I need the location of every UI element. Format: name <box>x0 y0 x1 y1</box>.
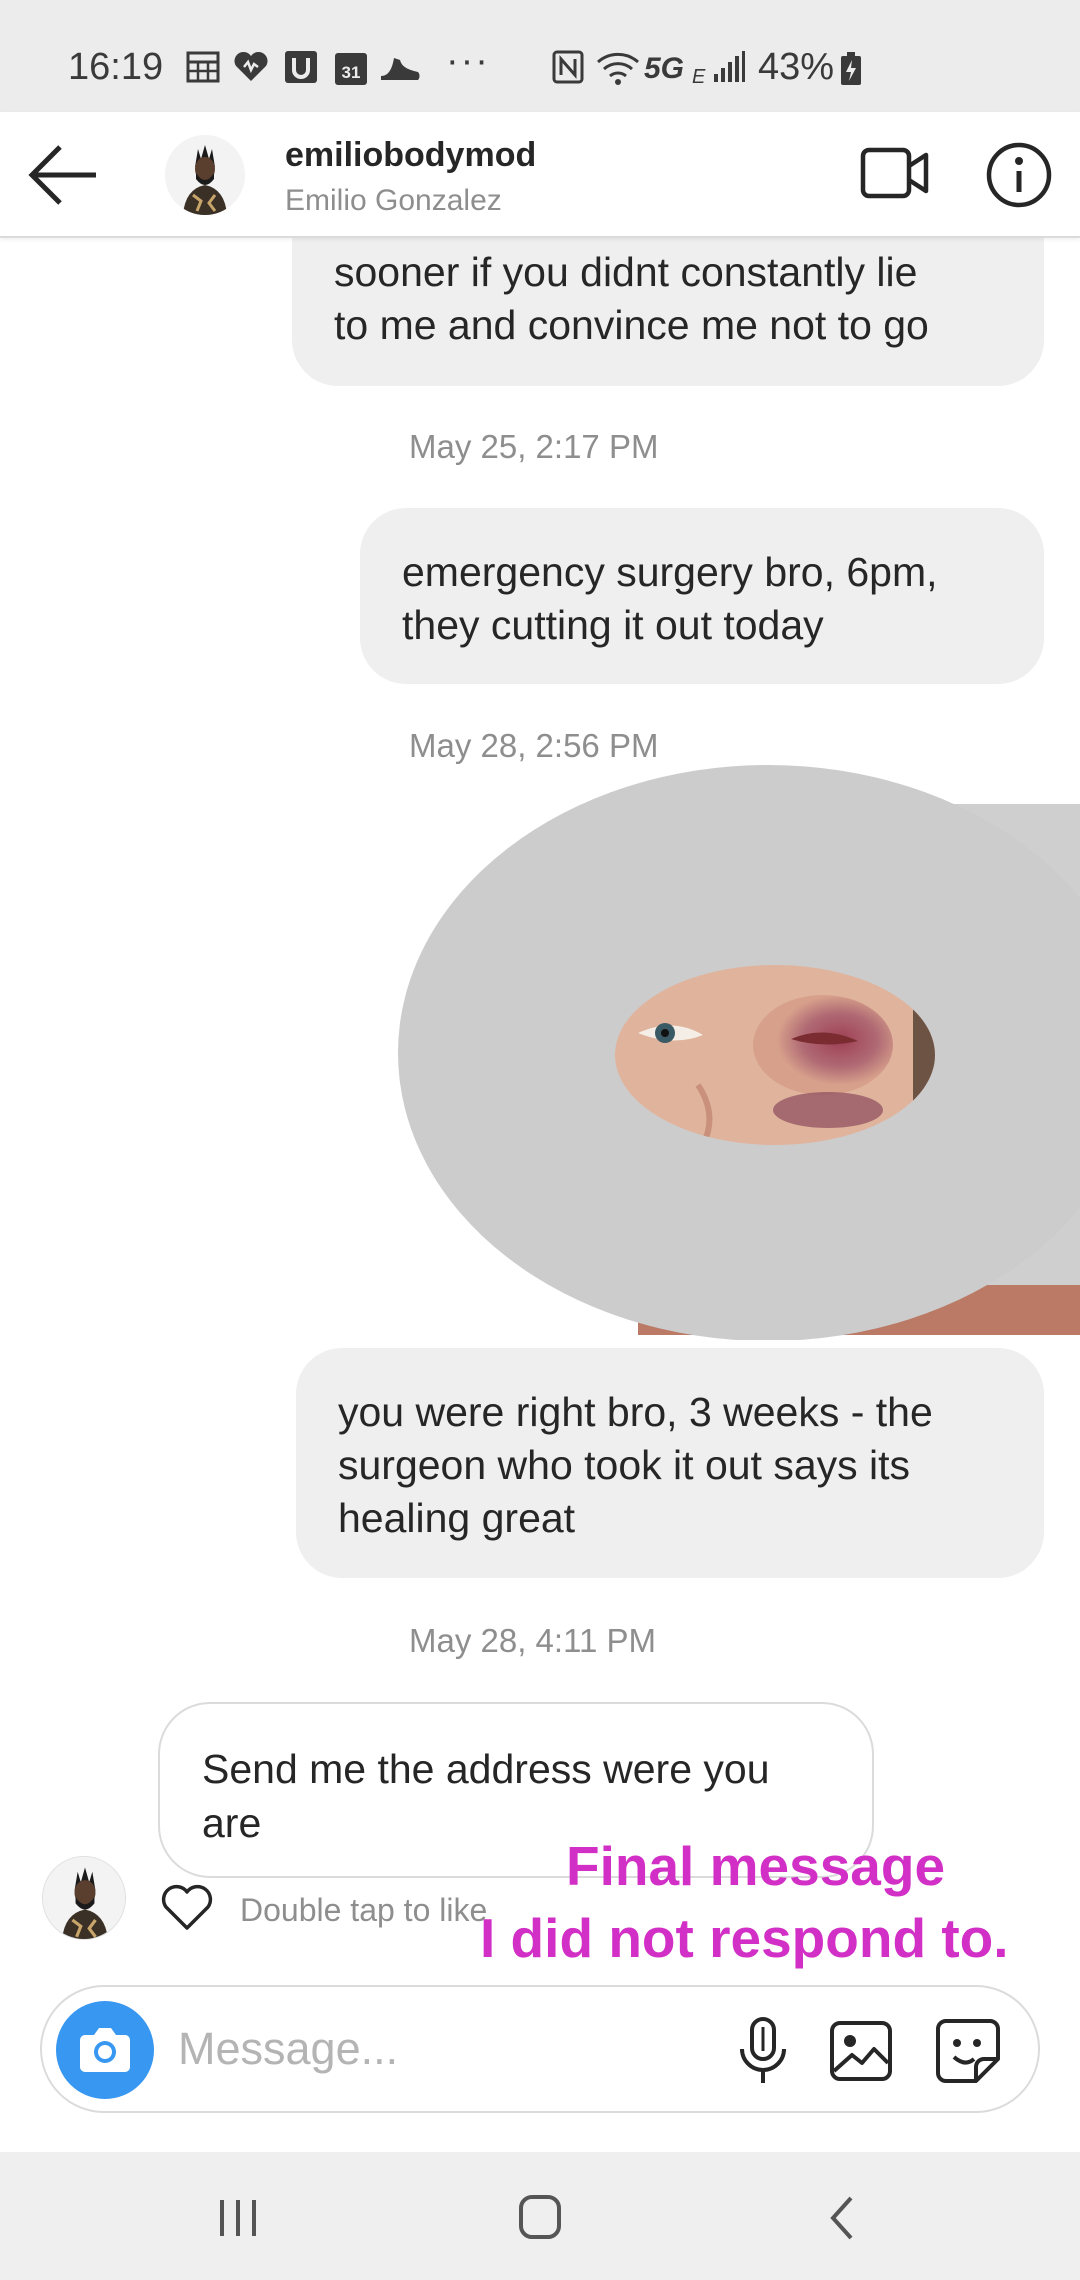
status-bar: 16:19 31 ··· 5G E 43% <box>0 0 1080 112</box>
avatar[interactable] <box>165 135 245 215</box>
double-tap-hint: Double tap to like <box>240 1892 488 1928</box>
heart-icon[interactable] <box>160 1884 214 1932</box>
profile-photo-icon <box>43 1857 125 1939</box>
battery-charging-icon <box>841 52 861 85</box>
message-composer <box>40 1985 1040 2113</box>
status-more: ··· <box>446 40 490 82</box>
message-bubble-outgoing[interactable]: sooner if you didnt constantly lie to me… <box>292 212 1044 386</box>
status-time: 16:19 <box>68 46 164 88</box>
message-bubble-outgoing[interactable]: you were right bro, 3 weeks - the surgeo… <box>296 1348 1044 1578</box>
message-line: surgeon who took it out says its <box>338 1442 911 1488</box>
iheart-icon <box>234 51 268 81</box>
message-bubble-outgoing[interactable]: emergency surgery bro, 6pm, they cutting… <box>360 508 1044 684</box>
video-call-icon[interactable] <box>860 144 930 204</box>
message-line: emergency surgery bro, 6pm, <box>402 549 938 595</box>
message-line: Send me the address were you <box>202 1746 770 1792</box>
info-icon[interactable] <box>984 140 1054 210</box>
profile-photo-icon <box>165 135 245 215</box>
network-subtype: E <box>692 66 706 88</box>
system-nav-bar <box>0 2152 1080 2280</box>
signal-icon <box>714 51 745 82</box>
wifi-icon <box>597 52 639 85</box>
header-full-name: Emilio Gonzalez <box>285 184 502 217</box>
gallery-icon[interactable] <box>826 2015 896 2087</box>
message-input[interactable] <box>178 2013 698 2085</box>
svg-text:31: 31 <box>342 63 361 82</box>
bruised-eye-photo <box>398 765 1080 1340</box>
camera-button[interactable] <box>56 2001 154 2099</box>
chat-header: emiliobodymod Emilio Gonzalez <box>0 112 1080 238</box>
back-arrow-icon[interactable] <box>26 140 102 210</box>
message-line: to me and convince me not to go <box>334 302 929 348</box>
network-type: 5G <box>644 52 685 85</box>
annotation-text: Final message I did not respond to. <box>480 1830 1080 1974</box>
battery-percent: 43% <box>758 46 835 88</box>
message-line: healing great <box>338 1495 576 1541</box>
annotation-line: I did not respond to. <box>480 1907 1009 1969</box>
microphone-icon[interactable] <box>728 2015 798 2087</box>
sender-avatar[interactable] <box>42 1856 126 1940</box>
message-timestamp: May 28, 2:56 PM <box>409 727 659 764</box>
message-line: you were right bro, 3 weeks - the <box>338 1389 933 1435</box>
shoe-icon <box>381 58 420 80</box>
screen: 16:19 31 ··· 5G E 43% emiliobodymod Emil… <box>0 0 1080 2280</box>
home-icon[interactable] <box>500 2182 580 2252</box>
header-username[interactable]: emiliobodymod <box>285 136 536 175</box>
message-line: sooner if you didnt constantly lie <box>334 249 918 295</box>
message-line: they cutting it out today <box>402 602 824 648</box>
recents-icon[interactable] <box>200 2182 280 2252</box>
sticker-icon[interactable] <box>932 2015 1004 2087</box>
nfc-icon <box>552 50 584 84</box>
calendar-31-icon: 31 <box>335 53 367 85</box>
photo-message[interactable] <box>398 765 1080 1340</box>
message-timestamp: May 28, 4:11 PM <box>409 1622 657 1659</box>
calendar-grid-icon <box>186 51 220 83</box>
message-timestamp: May 25, 2:17 PM <box>409 428 659 465</box>
chevron-left-icon[interactable] <box>803 2182 883 2252</box>
camera-icon <box>80 2028 130 2072</box>
annotation-line: Final message <box>566 1835 946 1897</box>
u-app-icon <box>285 51 317 83</box>
